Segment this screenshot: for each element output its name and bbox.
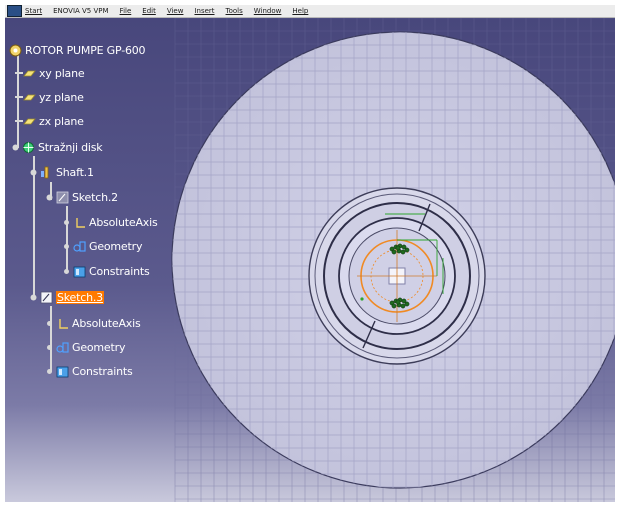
constraints-icon (73, 266, 86, 277)
axis-icon (76, 217, 85, 228)
expand-node-icon[interactable] (9, 141, 22, 154)
constraint-symbol[interactable] (404, 247, 410, 253)
expand-node-icon[interactable] (43, 365, 56, 378)
sketch-point (360, 297, 364, 301)
constraints-icon (56, 366, 69, 377)
menu-edit[interactable]: Edit (142, 7, 156, 15)
3d-viewport[interactable]: ROTOR PUMPE GP-600 xy plane yz plane zx … (5, 18, 615, 502)
expand-node-icon[interactable] (43, 341, 56, 354)
tree-item-shaft[interactable]: Shaft.1 (27, 164, 94, 180)
tree-branch (15, 96, 23, 98)
plane-icon (23, 70, 36, 76)
tree-item-zx-plane[interactable]: zx plane (15, 113, 84, 129)
tree-item-body[interactable]: Stražnji disk (9, 139, 103, 155)
tree-item-absolute-axis[interactable]: AbsoluteAxis (60, 214, 158, 230)
specification-tree: ROTOR PUMPE GP-600 xy plane yz plane zx … (5, 18, 185, 398)
tree-item-label: AbsoluteAxis (72, 316, 141, 330)
constraint-symbol[interactable] (391, 303, 397, 309)
constraint-symbol[interactable] (395, 245, 401, 251)
tree-item-label: yz plane (39, 90, 84, 104)
sketch-icon (40, 291, 53, 303)
expand-node-icon[interactable] (43, 317, 56, 330)
constraint-symbol[interactable] (400, 303, 406, 309)
menu-bar: Start ENOVIA V5 VPM File Edit View Inser… (5, 5, 615, 18)
tree-item-label: Geometry (72, 340, 126, 354)
constraint-symbol[interactable] (391, 249, 397, 255)
part-icon (9, 44, 22, 56)
tree-item-label: Stražnji disk (38, 140, 103, 154)
sketch-icon (56, 191, 69, 203)
plane-icon (23, 94, 36, 100)
expand-node-icon[interactable] (27, 291, 40, 304)
shaft-icon (41, 166, 49, 178)
expand-node-icon[interactable] (60, 216, 73, 229)
catia-window: Start ENOVIA V5 VPM File Edit View Inser… (5, 5, 615, 502)
tree-item-yz-plane[interactable]: yz plane (15, 89, 84, 105)
menu-view[interactable]: View (167, 7, 184, 15)
tree-item-geometry[interactable]: Geometry (60, 238, 142, 254)
tree-item-label: zx plane (39, 114, 84, 128)
body-icon (23, 141, 34, 153)
tree-item-sketch-3[interactable]: Sketch.3 (27, 289, 104, 305)
tree-item-label: Constraints (89, 264, 150, 278)
expand-node-icon[interactable] (60, 265, 73, 278)
geometry-icon (73, 240, 86, 252)
tree-root-label: ROTOR PUMPE GP-600 (25, 43, 146, 57)
tree-item-label: Shaft.1 (56, 165, 94, 179)
tree-item-label: Sketch.2 (72, 190, 118, 204)
geometry-icon (56, 341, 69, 353)
tree-item-label: xy plane (39, 66, 85, 80)
constraint-symbol[interactable] (395, 299, 401, 305)
constraint-symbol[interactable] (400, 249, 406, 255)
tree-item-geometry[interactable]: Geometry (43, 339, 125, 355)
plane-icon (23, 118, 36, 124)
menu-window[interactable]: Window (254, 7, 282, 15)
tree-item-sketch-2[interactable]: Sketch.2 (43, 189, 118, 205)
expand-node-icon[interactable] (27, 166, 40, 179)
menu-file[interactable]: File (120, 7, 132, 15)
tree-branch (15, 120, 23, 122)
menu-enovia[interactable]: ENOVIA V5 VPM (53, 7, 108, 15)
tree-branch (15, 72, 23, 74)
constraint-symbol[interactable] (404, 301, 410, 307)
expand-node-icon[interactable] (60, 240, 73, 253)
tree-item-label: AbsoluteAxis (89, 215, 158, 229)
tree-item-constraints[interactable]: Constraints (60, 263, 150, 279)
tree-item-constraints[interactable]: Constraints (43, 363, 133, 379)
tree-item-absolute-axis[interactable]: AbsoluteAxis (43, 315, 141, 331)
menu-tools[interactable]: Tools (226, 7, 243, 15)
menu-help[interactable]: Help (292, 7, 308, 15)
tree-item-xy-plane[interactable]: xy plane (15, 65, 85, 81)
tree-item-label: Constraints (72, 364, 133, 378)
tree-root[interactable]: ROTOR PUMPE GP-600 (9, 42, 146, 58)
catia-logo-icon (7, 5, 22, 17)
menu-insert[interactable]: Insert (194, 7, 214, 15)
axis-icon (59, 318, 68, 329)
menu-start[interactable]: Start (25, 7, 42, 15)
tree-item-label-selected: Sketch.3 (56, 290, 104, 304)
tree-item-label: Geometry (89, 239, 143, 253)
expand-node-icon[interactable] (43, 191, 56, 204)
